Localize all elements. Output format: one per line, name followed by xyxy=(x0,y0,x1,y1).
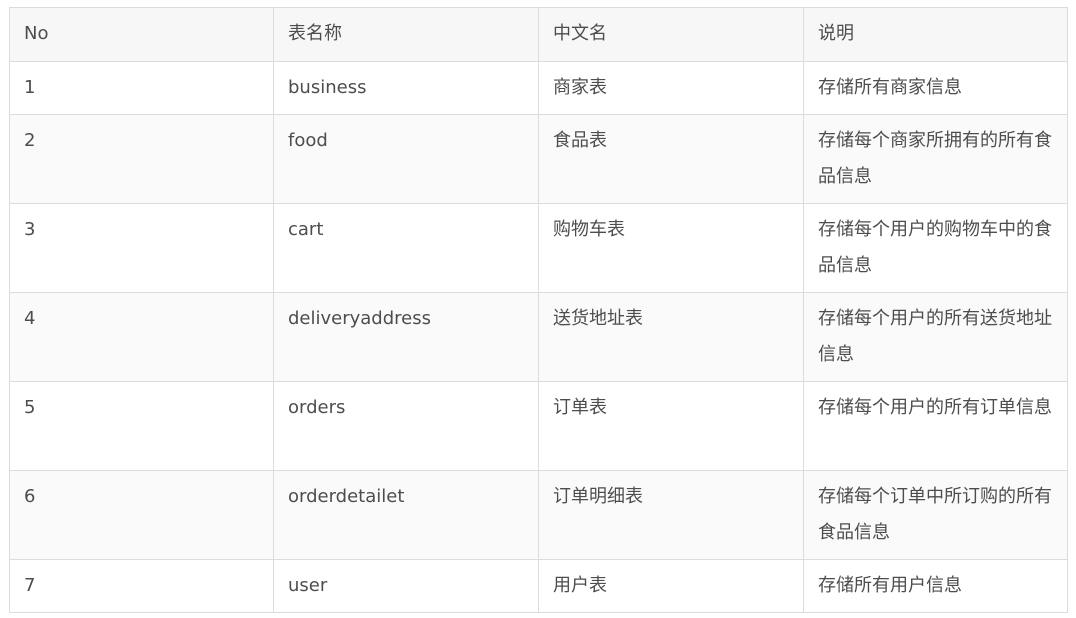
cell-no: 3 xyxy=(9,203,274,293)
cell-chinese-name: 商家表 xyxy=(538,61,804,115)
cell-description: 存储每个订单中所订购的所有食品信息 xyxy=(803,470,1068,560)
cell-table-name: deliveryaddress xyxy=(273,292,539,382)
table-row: 4 deliveryaddress 送货地址表 存储每个用户的所有送货地址信息 xyxy=(9,292,1068,382)
cell-description: 存储每个用户的购物车中的食品信息 xyxy=(803,203,1068,293)
cell-description: 存储所有商家信息 xyxy=(803,61,1068,115)
table-header: No 表名称 中文名 说明 xyxy=(9,7,1068,62)
table-row: 2 food 食品表 存储每个商家所拥有的所有食品信息 xyxy=(9,114,1068,204)
table-row: 6 orderdetailet 订单明细表 存储每个订单中所订购的所有食品信息 xyxy=(9,470,1068,560)
table-body: 1 business 商家表 存储所有商家信息 2 food 食品表 存储每个商… xyxy=(9,61,1068,613)
cell-description: 存储所有用户信息 xyxy=(803,559,1068,613)
cell-table-name: user xyxy=(273,559,539,613)
header-row: No 表名称 中文名 说明 xyxy=(9,7,1068,62)
cell-table-name: orderdetailet xyxy=(273,470,539,560)
header-cell-description: 说明 xyxy=(803,7,1068,62)
cell-no: 1 xyxy=(9,61,274,115)
cell-chinese-name: 用户表 xyxy=(538,559,804,613)
cell-chinese-name: 购物车表 xyxy=(538,203,804,293)
header-cell-table-name: 表名称 xyxy=(273,7,539,62)
cell-table-name: cart xyxy=(273,203,539,293)
header-cell-chinese-name: 中文名 xyxy=(538,7,804,62)
cell-chinese-name: 订单表 xyxy=(538,381,804,471)
cell-chinese-name: 订单明细表 xyxy=(538,470,804,560)
cell-table-name: orders xyxy=(273,381,539,471)
cell-no: 5 xyxy=(9,381,274,471)
cell-no: 6 xyxy=(9,470,274,560)
header-cell-no: No xyxy=(9,7,274,62)
cell-no: 2 xyxy=(9,114,274,204)
cell-chinese-name: 食品表 xyxy=(538,114,804,204)
table-row: 7 user 用户表 存储所有用户信息 xyxy=(9,559,1068,613)
cell-no: 4 xyxy=(9,292,274,382)
table-row: 5 orders 订单表 存储每个用户的所有订单信息 xyxy=(9,381,1068,471)
table-row: 1 business 商家表 存储所有商家信息 xyxy=(9,61,1068,115)
cell-table-name: food xyxy=(273,114,539,204)
cell-no: 7 xyxy=(9,559,274,613)
cell-table-name: business xyxy=(273,61,539,115)
table-row: 3 cart 购物车表 存储每个用户的购物车中的食品信息 xyxy=(9,203,1068,293)
cell-description: 存储每个用户的所有订单信息 xyxy=(803,381,1068,471)
data-table: No 表名称 中文名 说明 1 business 商家表 存储所有商家信息 2 … xyxy=(9,7,1068,613)
cell-description: 存储每个用户的所有送货地址信息 xyxy=(803,292,1068,382)
cell-description: 存储每个商家所拥有的所有食品信息 xyxy=(803,114,1068,204)
table-container: No 表名称 中文名 说明 1 business 商家表 存储所有商家信息 2 … xyxy=(9,7,1068,613)
cell-chinese-name: 送货地址表 xyxy=(538,292,804,382)
